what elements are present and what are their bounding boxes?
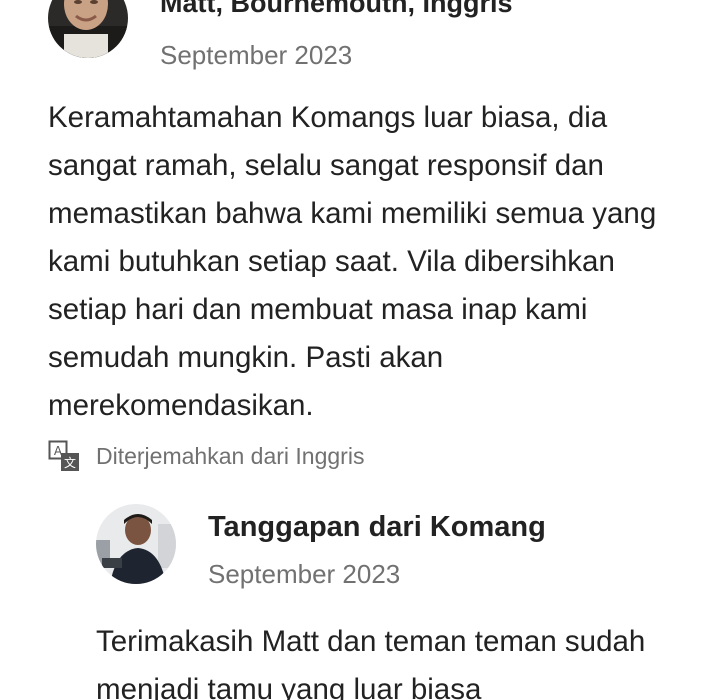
host-response-date: September 2023	[208, 559, 401, 589]
host-avatar[interactable]	[96, 504, 176, 584]
host-response-title: Tanggapan dari Komang	[208, 511, 546, 543]
host-response-header: Tanggapan dari Komang September 2023	[96, 504, 546, 589]
reviewer-header: Matt, Bournemouth, Inggris September 202…	[48, 0, 512, 70]
translation-label: Diterjemahkan dari Inggris	[96, 443, 365, 469]
translation-note: A 文 Diterjemahkan dari Inggris	[48, 440, 364, 472]
review-date: September 2023	[160, 40, 353, 70]
svg-text:文: 文	[64, 455, 76, 470]
host-response-meta: Tanggapan dari Komang September 2023	[208, 504, 546, 589]
reviewer-name: Matt, Bournemouth, Inggris	[160, 0, 513, 18]
review-page: Matt, Bournemouth, Inggris September 202…	[0, 0, 720, 700]
translate-icon: A 文	[48, 440, 79, 471]
review-text: Keramahtamahan Komangs luar biasa, dia s…	[48, 101, 657, 422]
host-response-text: Terimakasih Matt dan teman teman sudah m…	[96, 625, 646, 700]
reviewer-meta: Matt, Bournemouth, Inggris September 202…	[160, 0, 512, 70]
reviewer-avatar[interactable]	[48, 0, 128, 58]
